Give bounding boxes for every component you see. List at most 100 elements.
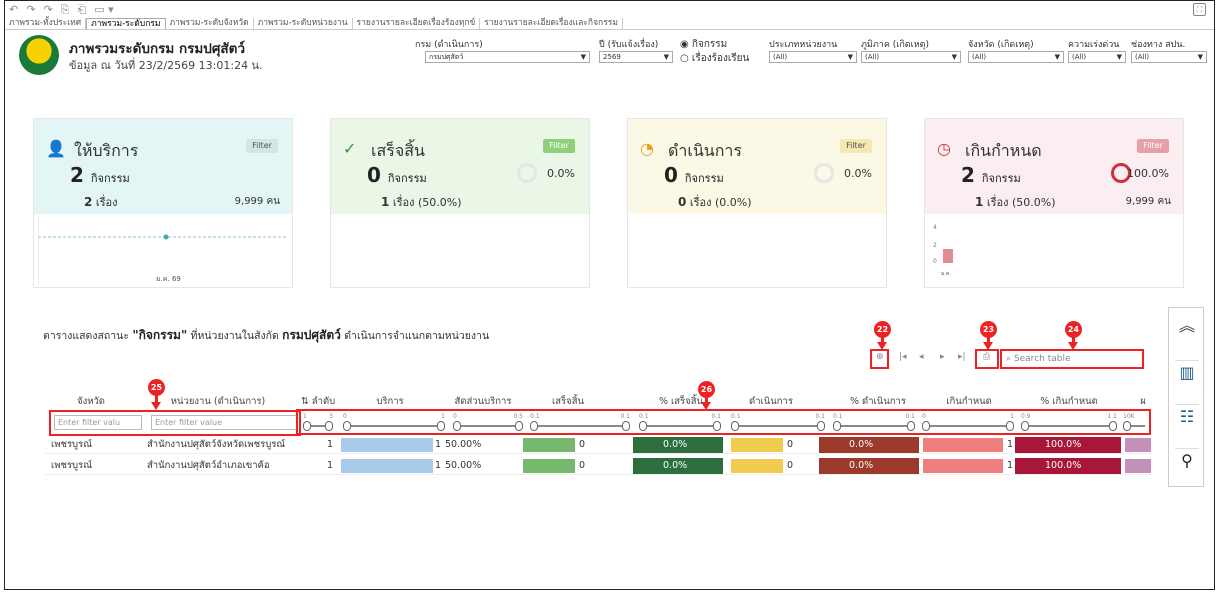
card-service: 👤 ให้บริการ Filter 2 กิจกรรม 2 เรื่อง 9,… (33, 118, 293, 288)
card-service-sub-unit: เรื่อง (95, 196, 118, 209)
prev-page-icon[interactable]: ◂ (919, 352, 924, 362)
card-inprogress-filter-button[interactable]: Filter (840, 139, 872, 153)
chart-icon[interactable]: ▥ (1175, 360, 1199, 384)
dept-filter-label: กรม (ดำเนินการ) (415, 40, 483, 50)
tab-country[interactable]: ภาพรวม-ทั้งประเทศ (5, 18, 87, 29)
card-service-chart-point (163, 234, 169, 240)
annotation-box-24 (1000, 349, 1144, 369)
annotation-box-26 (296, 409, 1151, 435)
chevron-down-icon: ▼ (580, 53, 586, 61)
card-service-header: 👤 ให้บริการ Filter 2 กิจกรรม 2 เรื่อง 9,… (34, 119, 292, 214)
first-page-icon[interactable]: |◂ (899, 352, 907, 362)
col-header-order[interactable]: ⇅ ลำดับ (298, 394, 338, 409)
col-header-service-pct[interactable]: สัดส่วนบริการ (443, 394, 523, 409)
region-select[interactable]: (All) ▼ (861, 51, 961, 63)
col-header-more[interactable]: ผ (1137, 394, 1149, 409)
card-inprogress-count-unit: กิจกรรม (684, 172, 724, 185)
channel-select[interactable]: (All) ▼ (1131, 51, 1207, 63)
cell-more-bar (1125, 438, 1151, 452)
card-service-filter-button[interactable]: Filter (246, 139, 278, 153)
cell-done-bar (523, 438, 575, 452)
presentation-icon[interactable]: ▭ ▾ (94, 3, 113, 17)
card-service-count: 2 กิจกรรม (70, 163, 130, 187)
tab-complaint-detail[interactable]: รายงานรายละเอียดเรื่องร้องทุกข์ (353, 18, 481, 29)
cell-province: เพชรบูรณ์ (51, 439, 93, 450)
annotation-arrow-icon (983, 342, 993, 350)
col-header-inprog[interactable]: ดำเนินการ (733, 394, 809, 409)
table-row[interactable]: เพชรบูรณ์ สำนักงานปศุสัตว์จังหวัดเพชรบูร… (45, 436, 1151, 454)
annotation-box-22 (870, 349, 889, 369)
cell-service-pct: 50.00% (445, 460, 482, 471)
col-header-service[interactable]: บริการ (355, 394, 425, 409)
table-row[interactable]: เพชรบูรณ์ สำนักงานปศุสัตว์อำเภอเขาค้อ 1 … (45, 457, 1151, 475)
cell-order: 1 (326, 460, 333, 471)
dept-filter-select[interactable]: กรมปศุสัตว์ ▼ (425, 51, 590, 63)
tab-province[interactable]: ภาพรวม-ระดับจังหวัด (166, 18, 254, 29)
card-service-count-value: 2 (70, 163, 84, 187)
refresh-icon[interactable]: ⎗ (77, 3, 86, 17)
col-header-unit[interactable]: หน่วยงาน (ดำเนินการ) (153, 394, 283, 409)
chevron-down-icon: ▼ (1197, 53, 1203, 61)
card-overdue: ◷ เกินกำหนด Filter 2 กิจกรรม 100.0% 1 เร… (924, 118, 1184, 288)
undo-icon[interactable]: ↶ (9, 3, 18, 17)
radio-activity[interactable]: ◉ กิจกรรม (680, 37, 727, 52)
card-overdue-header: ◷ เกินกำหนด Filter 2 กิจกรรม 100.0% 1 เร… (925, 119, 1183, 214)
unit-type-select[interactable]: (All) ▼ (769, 51, 857, 63)
dashboard-frame: ↶ ↷ ↷ ⎘ ⎗ ▭ ▾ ⛶ ภาพรวม-ทั้งประเทศ ภาพรวม… (4, 0, 1215, 590)
redo-all-icon[interactable]: ↷ (43, 3, 52, 17)
channel-label: ช่องทาง สปน. (1131, 40, 1186, 50)
card-done-header: ✓ เสร็จสิ้น Filter 0 กิจกรรม 0.0% 1 เรื่… (331, 119, 589, 214)
next-page-icon[interactable]: ▸ (940, 352, 945, 362)
card-overdue-count-value: 2 (961, 163, 975, 187)
year-filter-label: ปี (รับแจ้งเรื่อง) (599, 40, 659, 50)
card-inprogress-count: 0 กิจกรรม (664, 163, 724, 187)
card-overdue-chart-label: ม.ค. (941, 271, 951, 277)
chevron-down-icon: ▼ (1054, 53, 1060, 61)
annotation-badge-24: 24 (1065, 321, 1082, 338)
list-icon[interactable]: ☷ (1175, 404, 1199, 428)
card-overdue-chart-tick: 4 (933, 224, 937, 231)
annotation-arrow-icon (151, 402, 161, 410)
tab-department[interactable]: ภาพรวม-ระดับกรม (86, 18, 166, 29)
year-filter-select[interactable]: 2569 ▼ (599, 51, 673, 63)
tab-unit[interactable]: ภาพรวม-ระดับหน่วยงาน (254, 18, 353, 29)
cell-inprog-pct: 0.0% (819, 458, 919, 474)
card-service-count-unit: กิจกรรม (90, 172, 130, 185)
province-select[interactable]: (All) ▼ (968, 51, 1064, 63)
card-overdue-chart: 4 2 0 ม.ค. (933, 224, 953, 277)
card-service-chart: ม.ค. 69 (38, 217, 288, 285)
tab-activity-detail[interactable]: รายงานรายละเอียดเรื่องและกิจกรรม (480, 18, 623, 29)
last-page-icon[interactable]: ▸| (958, 352, 966, 362)
card-done-pct: 0.0% (547, 167, 575, 180)
annotation-badge-25: 25 (148, 379, 165, 396)
cell-service-pct: 50.00% (445, 439, 482, 450)
card-overdue-title: เกินกำหนด (965, 141, 1042, 160)
col-header-overdue[interactable]: เกินกำหนด (927, 394, 1011, 409)
card-service-people: 9,999 คน (234, 196, 280, 207)
col-header-overdue-pct[interactable]: % เกินกำหนด (1023, 394, 1115, 409)
card-overdue-count-unit: กิจกรรม (981, 172, 1021, 185)
scroll-top-icon[interactable]: ︽ (1175, 314, 1199, 338)
card-done-filter-button[interactable]: Filter (543, 139, 575, 153)
cell-done: 0 (579, 439, 586, 450)
chevron-down-icon: ▼ (663, 53, 669, 61)
col-header-done[interactable]: เสร็จสิ้น (533, 394, 603, 409)
cell-service-bar (341, 438, 433, 452)
table-title-type: "กิจกรรม" (132, 328, 188, 342)
annotation-box-23 (975, 349, 999, 369)
col-header-inprog-pct[interactable]: % ดำเนินการ (833, 394, 923, 409)
chevron-down-icon: ▼ (847, 53, 853, 61)
col-header-province[interactable]: จังหวัด (63, 394, 119, 409)
urgency-select[interactable]: (All) ▼ (1068, 51, 1126, 63)
radio-complaint[interactable]: ○ เรื่องร้องเรียน (680, 51, 749, 66)
card-overdue-sub: 1 เรื่อง (50.0%) (975, 193, 1056, 211)
revert-icon[interactable]: ⎘ (61, 3, 70, 17)
chevron-down-icon: ▼ (1116, 53, 1122, 61)
cell-more-bar (1125, 459, 1151, 473)
map-pin-icon[interactable]: ⚲ (1175, 448, 1199, 472)
fullscreen-icon[interactable]: ⛶ (1193, 3, 1206, 16)
redo-icon[interactable]: ↷ (26, 3, 35, 17)
card-done-count-unit: กิจกรรม (387, 172, 427, 185)
cell-done-bar (523, 459, 575, 473)
card-overdue-filter-button[interactable]: Filter (1137, 139, 1169, 153)
